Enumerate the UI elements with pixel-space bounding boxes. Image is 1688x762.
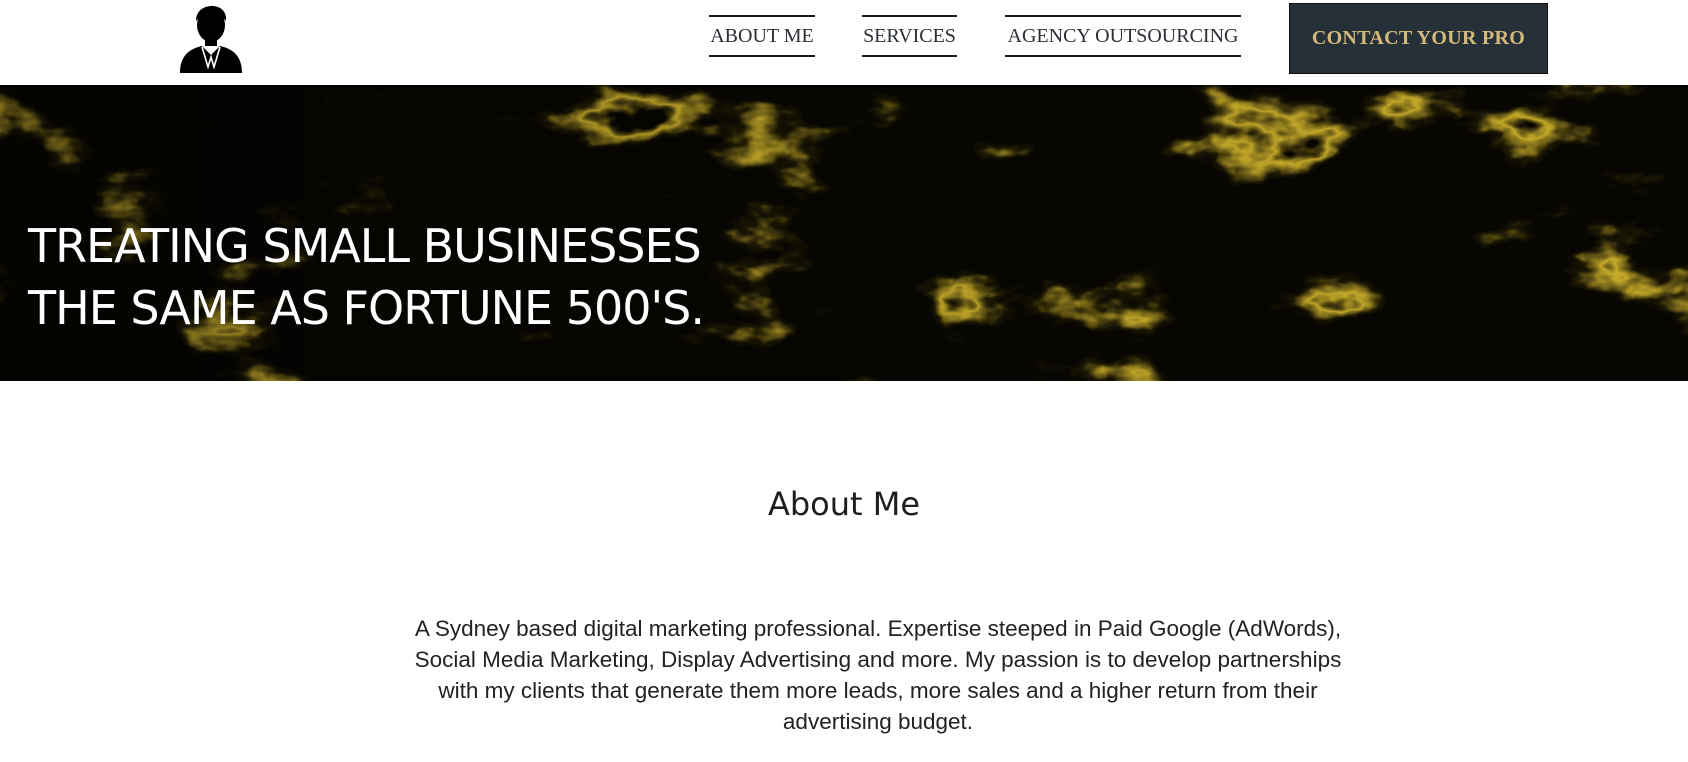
nav-services[interactable]: SERVICES <box>862 15 957 57</box>
nav-about-me[interactable]: ABOUT ME <box>709 15 815 57</box>
site-header: ABOUT ME SERVICES AGENCY OUTSOURCING CON… <box>0 0 1688 85</box>
businessman-logo-icon[interactable] <box>178 5 244 73</box>
hero-headline-line-1: TREATING SMALL BUSINESSES <box>28 219 702 273</box>
hero-banner: TREATING SMALL BUSINESSES THE SAME AS FO… <box>0 85 1688 381</box>
hero-headline: TREATING SMALL BUSINESSES THE SAME AS FO… <box>28 215 705 339</box>
about-me-paragraph: A Sydney based digital marketing profess… <box>414 616 1342 734</box>
hero-headline-line-2: THE SAME AS FORTUNE 500'S. <box>28 281 705 335</box>
nav-agency-outsourcing[interactable]: AGENCY OUTSOURCING <box>1005 15 1241 57</box>
about-me-heading: About Me <box>767 485 921 523</box>
contact-your-pro-button[interactable]: CONTACT YOUR PRO <box>1289 3 1548 74</box>
